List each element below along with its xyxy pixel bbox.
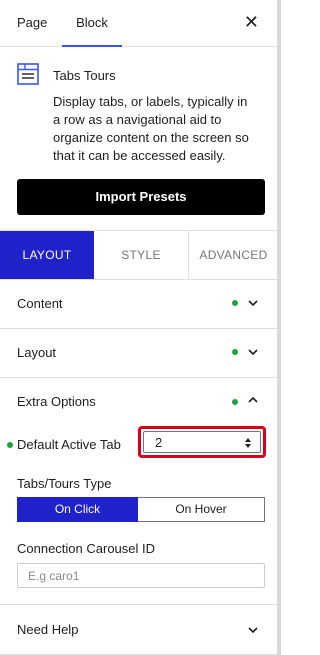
- section-need-help[interactable]: Need Help: [0, 605, 277, 655]
- section-extra-options-label: Extra Options: [17, 394, 96, 409]
- chevron-up-icon[interactable]: [247, 394, 259, 406]
- status-dot: [232, 349, 238, 355]
- sidebar-tabs: Page Block ✕: [0, 0, 277, 47]
- block-title: Tabs Tours: [53, 68, 116, 83]
- status-dot: [232, 300, 238, 306]
- on-hover-button[interactable]: On Hover: [138, 497, 265, 522]
- tab-layout[interactable]: LAYOUT: [0, 231, 94, 279]
- select-box: 2: [143, 431, 261, 453]
- on-click-button[interactable]: On Click: [17, 497, 138, 522]
- connection-carousel-id-input[interactable]: [17, 563, 265, 588]
- default-active-tab-label: Default Active Tab: [17, 437, 121, 452]
- section-layout[interactable]: Layout: [0, 328, 277, 378]
- chevron-down-icon[interactable]: [247, 624, 259, 636]
- status-dot: [232, 399, 238, 405]
- default-active-tab-select[interactable]: 2: [138, 426, 266, 458]
- tab-block[interactable]: Block: [62, 0, 122, 47]
- connection-carousel-id-label: Connection Carousel ID: [17, 541, 156, 556]
- tabs-tours-type-label: Tabs/Tours Type: [17, 476, 112, 491]
- tab-advanced[interactable]: ADVANCED: [188, 231, 278, 279]
- close-icon[interactable]: ✕: [244, 13, 259, 31]
- section-extra-options[interactable]: Extra Options: [0, 377, 277, 426]
- tab-page[interactable]: Page: [17, 0, 47, 46]
- up-down-arrows-icon: [245, 438, 251, 448]
- chevron-down-icon[interactable]: [247, 346, 259, 358]
- section-content[interactable]: Content: [0, 279, 277, 329]
- block-description: Display tabs, or labels, typically in a …: [53, 94, 249, 163]
- chevron-down-icon[interactable]: [247, 297, 259, 309]
- section-layout-label: Layout: [17, 345, 57, 360]
- section-need-help-label: Need Help: [17, 622, 79, 637]
- import-presets-button[interactable]: Import Presets: [17, 179, 265, 215]
- select-value: 2: [155, 435, 163, 450]
- tabs-block-icon: [17, 63, 39, 85]
- sidebar-scrollbar[interactable]: [277, 0, 281, 655]
- panel-tabs: LAYOUT STYLE ADVANCED: [0, 230, 277, 280]
- modified-dot: [7, 442, 13, 448]
- section-content-label: Content: [17, 296, 63, 311]
- tab-style[interactable]: STYLE: [94, 231, 188, 279]
